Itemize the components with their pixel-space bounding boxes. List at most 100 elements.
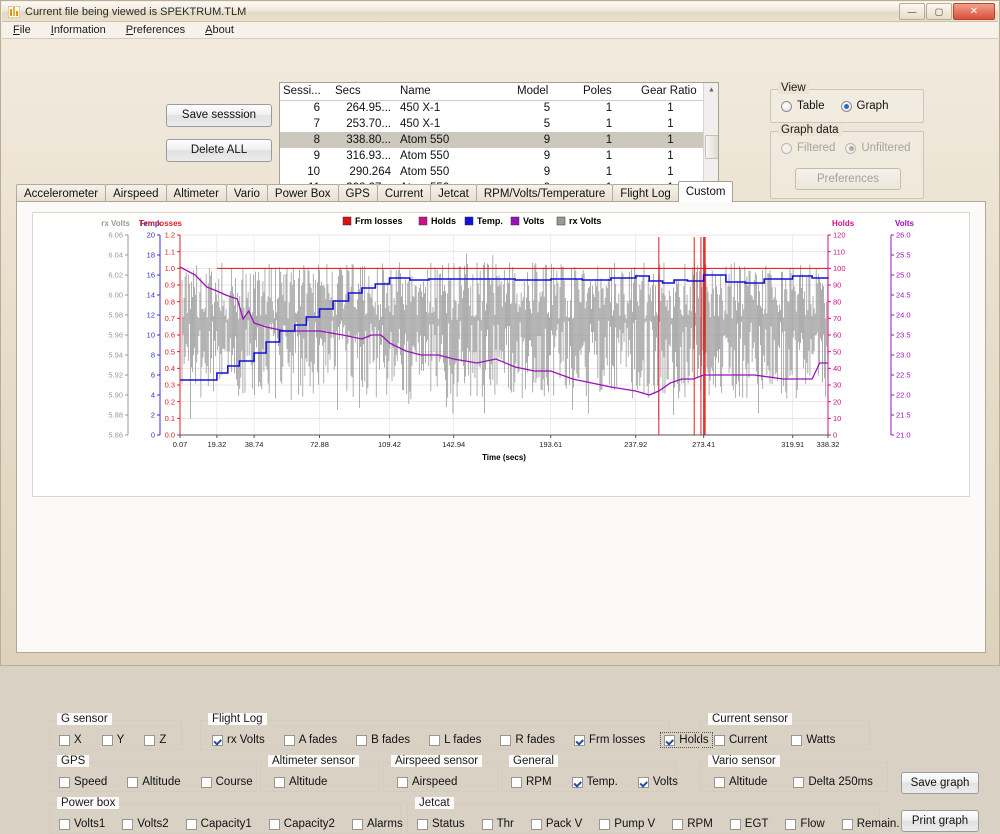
minimize-icon: — <box>907 6 917 16</box>
checkbox-r-fades[interactable]: R fades <box>497 733 558 747</box>
save-graph-button[interactable]: Save graph <box>901 772 979 794</box>
menu-item-information[interactable]: Information <box>48 23 109 37</box>
tab-flight-log[interactable]: Flight Log <box>612 184 679 202</box>
checkbox-thr[interactable]: Thr <box>479 817 517 831</box>
group-airspeed-sensor: Airspeed sensor Airspeed <box>383 755 498 792</box>
tab-accelerometer[interactable]: Accelerometer <box>16 184 107 202</box>
checkbox-capacity2[interactable]: Capacity2 <box>266 817 338 831</box>
svg-text:80: 80 <box>833 297 841 306</box>
checkbox-volts[interactable]: Volts <box>635 775 681 789</box>
save-session-button[interactable]: Save sesssion <box>166 104 272 127</box>
checkbox-rpm[interactable]: RPM <box>508 775 555 789</box>
radio-view-table[interactable]: Table <box>781 100 825 112</box>
checkbox-airspeed[interactable]: Airspeed <box>394 775 460 789</box>
view-group-title: View <box>778 82 809 94</box>
checkbox-remain[interactable]: Remain. <box>839 817 903 831</box>
col-model[interactable]: Model <box>514 83 580 101</box>
checkbox-icon <box>714 776 725 788</box>
delete-all-button[interactable]: Delete ALL <box>166 139 272 162</box>
checkbox-a-fades[interactable]: A fades <box>281 733 340 747</box>
checkbox-current[interactable]: Current <box>711 733 770 747</box>
menu-item-about[interactable]: About <box>202 23 237 37</box>
tab-vario[interactable]: Vario <box>225 184 268 202</box>
checkbox-jetcat-rpm[interactable]: RPM <box>669 817 716 831</box>
tab-altimeter[interactable]: Altimeter <box>165 184 227 202</box>
tab-current[interactable]: Current <box>376 184 432 202</box>
checkbox-z[interactable]: Z <box>141 733 169 747</box>
checkbox-temp[interactable]: Temp. <box>569 775 621 789</box>
col-secs[interactable]: Secs <box>332 83 394 101</box>
table-row[interactable]: 7 253.70... 450 X-1 5 1 1 <box>280 116 703 132</box>
col-gear-ratio[interactable]: Gear Ratio <box>638 83 703 101</box>
checkbox-volts2[interactable]: Volts2 <box>119 817 171 831</box>
checkbox-pack-v[interactable]: Pack V <box>528 817 585 831</box>
table-row[interactable]: 6 264.95... 450 X-1 5 1 1 <box>280 100 703 116</box>
checkbox-x[interactable]: X <box>56 733 85 747</box>
radio-filtered[interactable]: Filtered <box>781 142 835 154</box>
checkbox-label: Capacity2 <box>283 818 335 830</box>
checkbox-flow[interactable]: Flow <box>782 817 827 831</box>
checkbox-rx-volts[interactable]: rx Volts <box>209 733 268 747</box>
group-title: G sensor <box>57 713 112 725</box>
svg-text:1.1: 1.1 <box>165 247 175 256</box>
cell-secs: 264.95... <box>346 102 391 115</box>
close-button[interactable]: ✕ <box>953 3 995 20</box>
checkbox-vario-altitude[interactable]: Altitude <box>711 775 770 789</box>
menu-item-file[interactable]: File <box>10 23 34 37</box>
checkbox-speed[interactable]: Speed <box>56 775 110 789</box>
checkbox-pump-v[interactable]: Pump V <box>596 817 658 831</box>
chart-card: 6.06 6.04 6.02 6.00 5.98 5.96 5.94 5.92 5.90 5.88… <box>32 212 970 497</box>
checkbox-label: Flow <box>800 818 825 830</box>
svg-text:rx Volts: rx Volts <box>569 216 601 226</box>
table-row[interactable]: 9 316.93... Atom 550 9 1 1 <box>280 148 703 164</box>
checkbox-delta-250ms[interactable]: Delta 250ms <box>790 775 876 789</box>
tab-custom[interactable]: Custom <box>677 181 734 202</box>
menu-item-preferences[interactable]: Preferences <box>123 23 188 37</box>
sessions-table[interactable]: Sessi... Secs Name Model Poles Gear Rati… <box>279 82 719 198</box>
table-row[interactable]: 10 290.264 Atom 550 9 1 1 <box>280 164 703 180</box>
cell-session: 7 <box>313 118 320 130</box>
col-session[interactable]: Sessi... <box>280 83 332 101</box>
table-scrollbar[interactable]: ▲ ▼ <box>703 83 718 197</box>
tab-airspeed[interactable]: Airspeed <box>105 184 167 202</box>
checkbox-egt[interactable]: EGT <box>727 817 772 831</box>
scrollbar-thumb[interactable] <box>705 135 718 159</box>
col-poles[interactable]: Poles <box>580 83 638 101</box>
svg-text:30: 30 <box>833 381 841 390</box>
checkbox-frm-losses[interactable]: Frm losses <box>571 733 648 747</box>
radio-view-graph[interactable]: Graph <box>840 100 888 112</box>
tab-power-box[interactable]: Power Box <box>266 184 339 202</box>
checkbox-capacity1[interactable]: Capacity1 <box>183 817 255 831</box>
checkbox-volts1[interactable]: Volts1 <box>56 817 108 831</box>
checkbox-l-fades[interactable]: L fades <box>426 733 484 747</box>
col-name[interactable]: Name <box>394 83 514 101</box>
minimize-button[interactable]: — <box>899 3 925 20</box>
tab-gps[interactable]: GPS <box>337 184 378 202</box>
checkbox-watts[interactable]: Watts <box>788 733 838 747</box>
svg-text:5.94: 5.94 <box>108 351 123 360</box>
checkbox-altimeter-altitude[interactable]: Altitude <box>271 775 330 789</box>
cell-gear: 1 <box>667 102 674 115</box>
table-row-selected[interactable]: 8 338.80... Atom 550 9 1 1 <box>280 132 703 148</box>
checkbox-y[interactable]: Y <box>99 733 128 747</box>
checkbox-label: Frm losses <box>589 734 646 746</box>
checkbox-icon <box>268 818 280 830</box>
tab-rpm-volts-temperature[interactable]: RPM/Volts/Temperature <box>475 184 614 202</box>
svg-text:120: 120 <box>833 231 846 240</box>
checkbox-b-fades[interactable]: B fades <box>353 733 413 747</box>
tab-jetcat[interactable]: Jetcat <box>430 184 477 202</box>
svg-text:6.02: 6.02 <box>108 271 123 280</box>
telemetry-chart[interactable]: 6.06 6.04 6.02 6.00 5.98 5.96 5.94 5.92 5.90 5.88… <box>33 213 971 498</box>
scroll-up-button[interactable]: ▲ <box>704 83 718 97</box>
checkbox-course[interactable]: Course <box>198 775 256 789</box>
checkbox-label: Delta 250ms <box>808 776 873 788</box>
checkbox-status[interactable]: Status <box>414 817 468 831</box>
svg-text:6.04: 6.04 <box>108 251 123 260</box>
checkbox-alarms[interactable]: Alarms <box>349 817 406 831</box>
checkbox-label: X <box>74 734 82 746</box>
cell-session: 6 <box>313 102 320 115</box>
radio-unfiltered[interactable]: Unfiltered <box>845 142 911 154</box>
print-graph-button[interactable]: Print graph <box>901 810 979 832</box>
checkbox-gps-altitude[interactable]: Altitude <box>124 775 183 789</box>
maximize-button[interactable]: ▢ <box>926 3 952 20</box>
